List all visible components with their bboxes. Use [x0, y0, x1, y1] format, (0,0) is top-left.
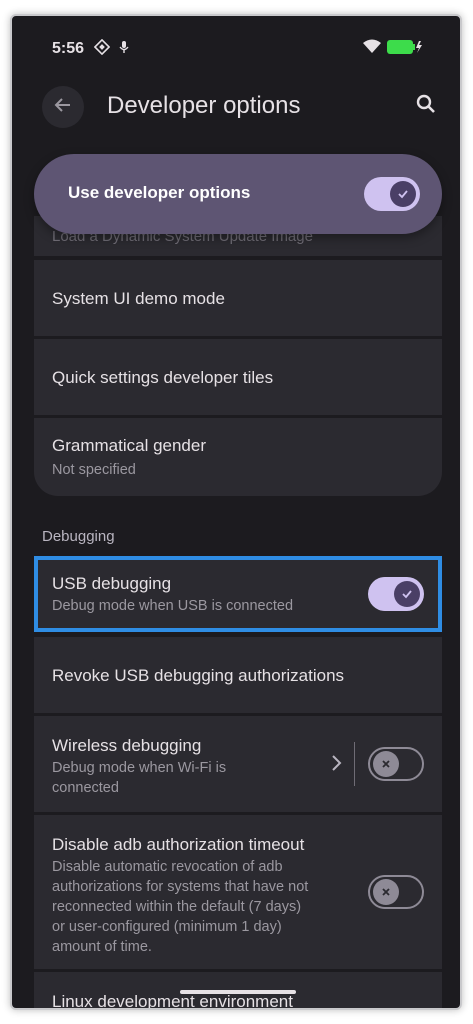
list-item-system-ui-demo[interactable]: System UI demo mode: [34, 260, 442, 336]
list-item-grammatical-gender[interactable]: Grammatical gender Not specified: [34, 418, 442, 496]
list-item-usb-debugging[interactable]: USB debugging Debug mode when USB is con…: [34, 556, 442, 632]
use-developer-options-bar[interactable]: Use developer options: [34, 154, 442, 234]
list-item-title: System UI demo mode: [52, 289, 225, 308]
use-developer-options-switch[interactable]: [364, 177, 420, 211]
phone-screen: 5:56 Developer options Load a Dynamic Sy…: [10, 14, 462, 1010]
arrow-left-icon: [53, 95, 73, 120]
list-item-subtitle-line: amount of time.: [52, 939, 152, 955]
list-item-title: USB debugging: [52, 574, 172, 593]
list-item-title: Wireless debugging: [52, 736, 202, 755]
section-header-debugging: Debugging: [42, 528, 115, 545]
mic-icon: [118, 39, 130, 60]
vertical-divider: [354, 742, 355, 786]
battery-charging-icon: [387, 40, 423, 59]
list-item-title: Quick settings developer tiles: [52, 368, 274, 387]
list-item-qs-tiles[interactable]: Quick settings developer tiles: [34, 339, 442, 415]
location-diamond-icon: [93, 38, 111, 60]
list-item-title: Linux development environment: [52, 992, 293, 1010]
check-icon: [390, 181, 416, 207]
search-icon: [415, 93, 437, 120]
close-icon: [373, 751, 399, 777]
page-title: Developer options: [107, 92, 301, 119]
adb-timeout-switch[interactable]: [368, 875, 424, 909]
list-item-title: Disable adb authorization timeout: [52, 835, 305, 854]
list-item-adb-timeout[interactable]: Disable adb authorization timeout Disabl…: [34, 815, 442, 969]
list-item-subtitle-line2: connected: [52, 780, 119, 796]
usb-debugging-switch[interactable]: [368, 577, 424, 611]
check-icon: [394, 581, 420, 607]
list-item-subtitle-line1: Debug mode when Wi-Fi is: [52, 760, 227, 776]
list-item-title: Revoke USB debugging authorizations: [52, 666, 345, 685]
list-item-subtitle: Not specified: [52, 462, 136, 478]
wifi-icon: [362, 38, 382, 59]
list-item-title: Grammatical gender: [52, 436, 207, 455]
list-item-wireless-debugging[interactable]: Wireless debugging Debug mode when Wi-Fi…: [34, 716, 442, 812]
chevron-right-icon[interactable]: [330, 754, 342, 777]
status-bar: 5:56: [12, 16, 460, 76]
close-icon: [373, 879, 399, 905]
use-developer-options-label: Use developer options: [68, 183, 251, 202]
wireless-debugging-switch[interactable]: [368, 747, 424, 781]
list-item-subtitle-line: authorizations for systems that have not: [52, 879, 309, 895]
search-button[interactable]: [410, 90, 442, 122]
app-bar: Developer options: [12, 76, 460, 140]
back-button[interactable]: [42, 86, 84, 128]
list-item-subtitle: Debug mode when USB is connected: [52, 598, 294, 614]
list-item-subtitle-line: Disable automatic revocation of adb: [52, 859, 283, 875]
list-item-subtitle-line: reconnected within the default (7 days): [52, 899, 302, 915]
list-item-subtitle-line: or user-configured (minimum 1 day): [52, 919, 282, 935]
gesture-home-bar[interactable]: [180, 990, 296, 994]
list-item-revoke-usb[interactable]: Revoke USB debugging authorizations: [34, 637, 442, 713]
status-time: 5:56: [52, 40, 85, 57]
